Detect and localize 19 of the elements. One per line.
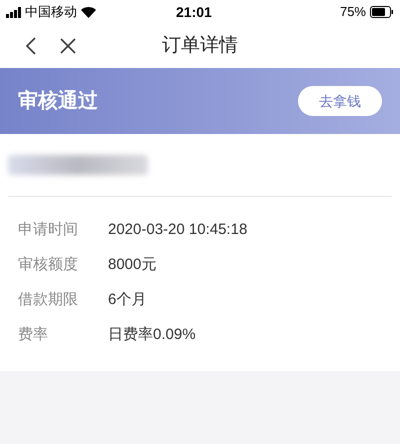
page-title: 订单详情 (162, 34, 238, 58)
signal-icon (6, 6, 22, 18)
detail-value: 8000元 (108, 255, 156, 276)
get-money-button[interactable]: 去拿钱 (298, 86, 382, 116)
wifi-icon (81, 6, 96, 18)
detail-value: 日费率0.09% (108, 325, 196, 346)
detail-value: 6个月 (108, 290, 146, 310)
detail-label: 费率 (18, 325, 49, 346)
detail-label: 借款期限 (18, 290, 79, 310)
detail-label: 申请时间 (18, 220, 79, 240)
clock-time: 21:01 (176, 2, 212, 22)
status-title: 审核通过 (18, 88, 98, 114)
carrier-name: 中国移动 (25, 3, 77, 22)
detail-value: 2020-03-20 10:45:18 (108, 220, 248, 240)
close-icon[interactable] (60, 38, 76, 54)
back-icon[interactable] (26, 37, 36, 55)
battery-percent: 75% (340, 3, 366, 22)
detail-label: 审核额度 (18, 255, 79, 276)
battery-icon (370, 6, 394, 18)
